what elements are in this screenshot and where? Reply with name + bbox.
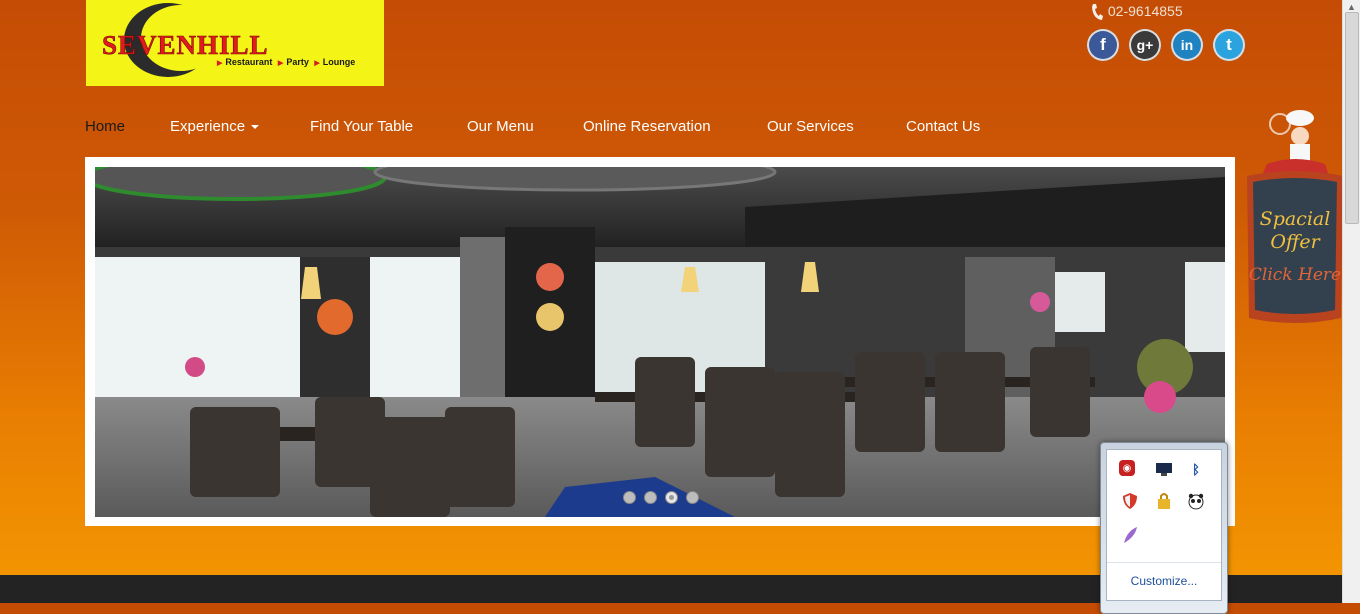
monitor-icon[interactable] bbox=[1153, 458, 1175, 480]
restaurant-interior-image bbox=[95, 167, 1225, 517]
brand-logo[interactable]: SEVENHILL ▶ Restaurant ▶ Party ▶ Lounge bbox=[86, 0, 384, 86]
phone-contact: 02-9614855 bbox=[1090, 3, 1183, 21]
nav-contact-us[interactable]: Contact Us bbox=[906, 118, 980, 135]
nav-online-reservation[interactable]: Online Reservation bbox=[583, 118, 711, 135]
slider-pagination bbox=[623, 491, 699, 504]
facebook-icon[interactable]: f bbox=[1087, 29, 1119, 61]
bluetooth-icon[interactable]: ᛒ bbox=[1185, 458, 1207, 480]
page-scrollbar[interactable]: ▲ bbox=[1342, 0, 1360, 603]
customize-link[interactable]: Customize... bbox=[1107, 574, 1221, 588]
nav-our-services[interactable]: Our Services bbox=[767, 118, 854, 135]
google-plus-icon[interactable]: g+ bbox=[1129, 29, 1161, 61]
shield-icon[interactable] bbox=[1119, 490, 1141, 512]
offer-cta[interactable]: Click Here bbox=[1245, 265, 1345, 285]
scroll-up-icon[interactable]: ▲ bbox=[1347, 2, 1356, 12]
acrobat-icon[interactable]: ◉ bbox=[1119, 460, 1135, 476]
slider-dot[interactable] bbox=[644, 491, 657, 504]
tray-separator bbox=[1107, 562, 1221, 563]
linkedin-icon[interactable]: in bbox=[1171, 29, 1203, 61]
slider-dot[interactable] bbox=[686, 491, 699, 504]
security-lock-icon[interactable] bbox=[1153, 490, 1175, 512]
hero-slider[interactable] bbox=[85, 157, 1235, 526]
special-offer-banner[interactable]: Spacial Offer Click Here bbox=[1245, 106, 1345, 330]
scroll-thumb[interactable] bbox=[1345, 12, 1359, 224]
nav-our-menu[interactable]: Our Menu bbox=[467, 118, 534, 135]
offer-line-1: Spacial bbox=[1259, 208, 1331, 230]
nav-home[interactable]: Home bbox=[85, 118, 125, 135]
phone-number: 02-9614855 bbox=[1107, 3, 1183, 19]
nav-experience[interactable]: Experience bbox=[170, 118, 260, 135]
feather-icon[interactable] bbox=[1119, 524, 1141, 546]
phone-icon bbox=[1092, 4, 1103, 21]
slider-dot[interactable] bbox=[623, 491, 636, 504]
system-tray-overflow: ◉ ᛒ Customize... bbox=[1100, 442, 1228, 614]
twitter-icon[interactable]: t bbox=[1213, 29, 1245, 61]
slider-dot-active[interactable] bbox=[665, 491, 678, 504]
chevron-down-icon bbox=[251, 125, 260, 130]
nav-find-your-table[interactable]: Find Your Table bbox=[310, 118, 413, 135]
offer-line-2: Offer bbox=[1270, 231, 1320, 253]
panda-icon[interactable] bbox=[1185, 490, 1207, 512]
brand-tagline: ▶ Restaurant ▶ Party ▶ Lounge bbox=[217, 57, 356, 67]
